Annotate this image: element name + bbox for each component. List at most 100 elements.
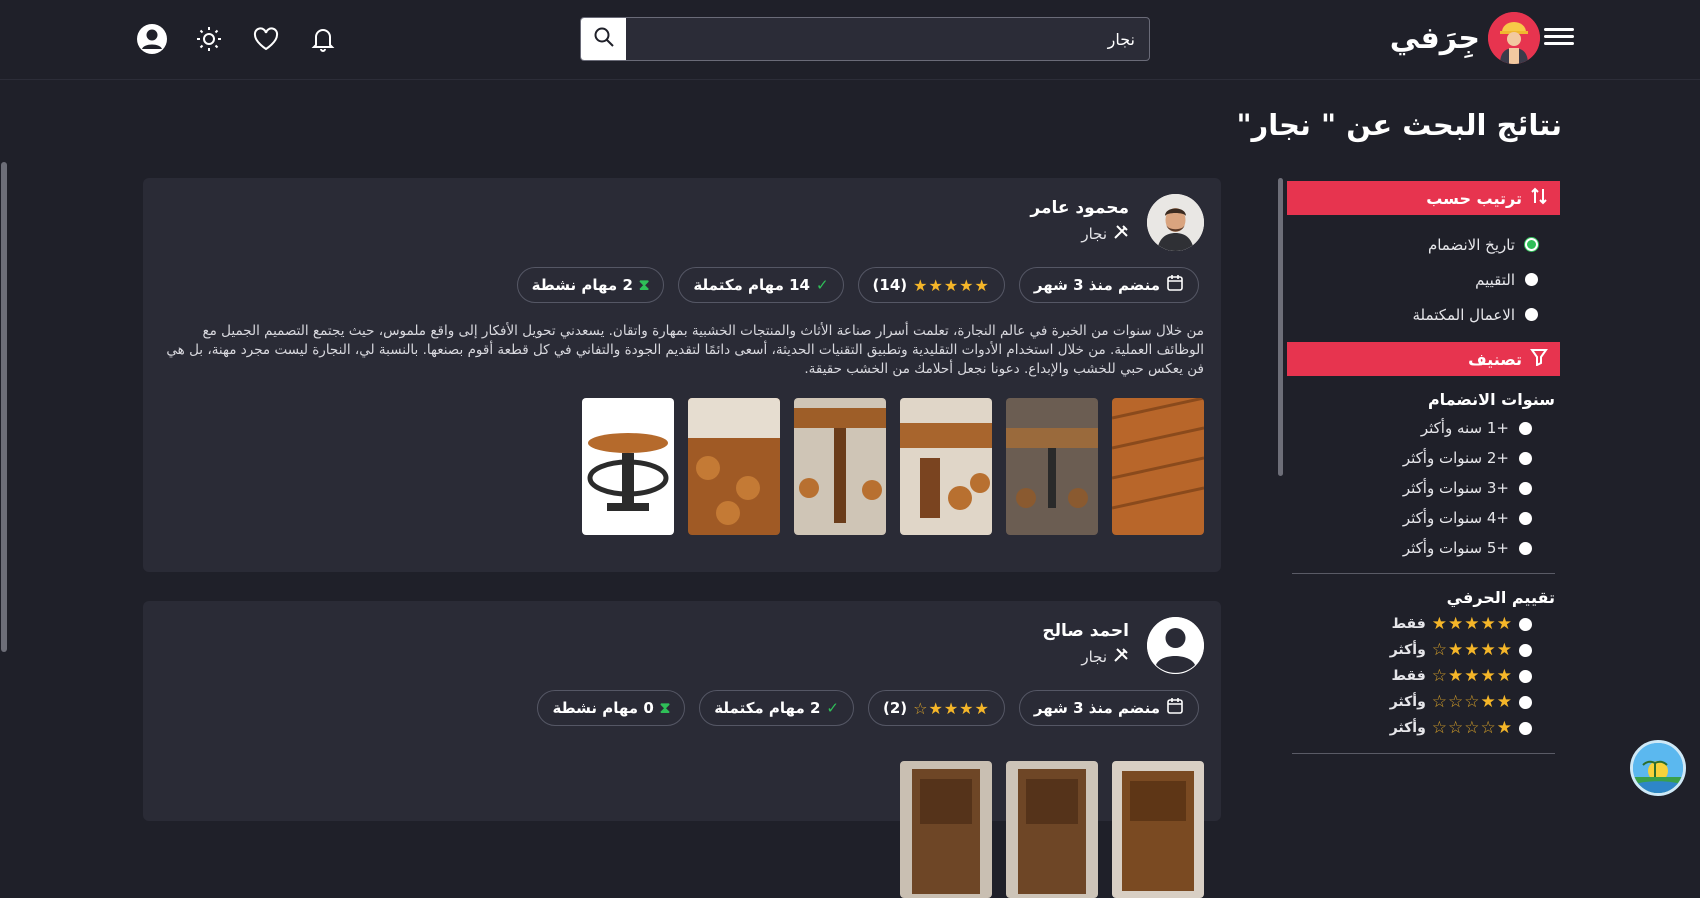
star-rating-icon: ★★★★☆ xyxy=(1431,666,1513,686)
radio[interactable] xyxy=(1519,695,1532,709)
radio[interactable] xyxy=(1519,643,1532,657)
stats-chips: منضم منذ 3 شهر ★★★★★ (14) ✓ 14 مهام مكتم… xyxy=(516,267,1199,303)
sidebar-scrollbar[interactable] xyxy=(1278,178,1283,476)
tools-icon xyxy=(1113,224,1129,244)
sort-title: ترتيب حسب xyxy=(1426,188,1522,208)
craftsman-job: نجار xyxy=(1081,647,1129,667)
filter-icon xyxy=(1530,348,1548,370)
star-rating-icon: ★★★★★ xyxy=(913,275,990,295)
radio[interactable] xyxy=(1519,451,1532,465)
logo-image xyxy=(1488,12,1540,64)
brand[interactable]: جِرَفي xyxy=(1390,12,1540,64)
work-image[interactable] xyxy=(1112,761,1204,898)
work-image[interactable] xyxy=(900,761,992,898)
sort-option-join-date[interactable]: تاريخ الانضمام xyxy=(1287,227,1560,262)
rating-title: تقييم الحرفي xyxy=(1446,588,1555,607)
star-rating-icon: ★★★★☆ xyxy=(913,698,990,718)
work-gallery xyxy=(582,398,1204,535)
tools-icon xyxy=(1113,647,1129,667)
top-navbar: جِرَفي xyxy=(0,0,1700,80)
sort-option-rating[interactable]: التقييم xyxy=(1287,262,1560,297)
radio[interactable] xyxy=(1525,273,1538,286)
result-card[interactable]: محمود عامر نجار منضم منذ 3 شهر ★★★★★ (14… xyxy=(143,178,1221,572)
check-icon: ✓ xyxy=(826,699,839,717)
user-icon[interactable] xyxy=(134,21,170,57)
avatar[interactable] xyxy=(1147,194,1204,251)
search-input[interactable] xyxy=(626,18,1149,60)
check-icon: ✓ xyxy=(815,276,829,294)
radio[interactable] xyxy=(1519,421,1532,435)
divider xyxy=(1292,573,1555,574)
rating-chip: ★★★★★ (14) xyxy=(857,267,1005,303)
rating-chip: ★★★★☆ (2) xyxy=(867,690,1005,726)
filter-sidebar: ترتيب حسب تاريخ الانضمام التقييم الاعمال… xyxy=(1287,181,1560,768)
page-title: نتائج البحث عن " نجار" xyxy=(1236,108,1562,142)
active-chip: ⧗ 2 مهام نشطة xyxy=(516,267,665,303)
bell-icon[interactable] xyxy=(306,22,340,56)
joined-chip: منضم منذ 3 شهر xyxy=(1018,267,1199,303)
star-rating-icon: ★★★★★ xyxy=(1431,614,1513,634)
menu-icon[interactable] xyxy=(1544,24,1574,54)
page-scrollbar-thumb[interactable] xyxy=(1,162,7,652)
brand-name: جِرَفي xyxy=(1389,20,1480,56)
star-rating-icon: ★☆☆☆☆ xyxy=(1431,718,1513,738)
sort-arrows-icon xyxy=(1530,187,1548,209)
radio[interactable] xyxy=(1519,721,1532,735)
sun-icon[interactable] xyxy=(192,22,226,56)
radio[interactable] xyxy=(1525,308,1538,321)
years-title: سنوات الانضمام xyxy=(1427,390,1555,409)
joined-chip: منضم منذ 3 شهر xyxy=(1018,690,1199,726)
craftsman-name[interactable]: احمد صالح xyxy=(1042,621,1129,641)
heart-icon[interactable] xyxy=(249,22,283,56)
years-option[interactable]: +5 سنوات وأكثر xyxy=(1287,533,1560,563)
assistant-fab-icon[interactable] xyxy=(1630,740,1686,796)
active-chip: ⧗ 0 مهام نشطة xyxy=(537,690,686,726)
work-image[interactable] xyxy=(1112,398,1204,535)
stats-chips: منضم منذ 3 شهر ★★★★☆ (2) ✓ 2 مهام مكتملة… xyxy=(537,690,1199,726)
years-option[interactable]: +4 سنوات وأكثر xyxy=(1287,503,1560,533)
search-bar xyxy=(580,17,1150,61)
work-image[interactable] xyxy=(582,398,674,535)
page-scrollbar[interactable] xyxy=(0,80,8,808)
rating-option[interactable]: ★★★★☆ وأكثر xyxy=(1287,637,1560,663)
rating-option[interactable]: ★☆☆☆☆ وأكثر xyxy=(1287,715,1560,741)
years-option[interactable]: +2 سنوات وأكثر xyxy=(1287,443,1560,473)
calendar-icon xyxy=(1166,274,1184,296)
calendar-icon xyxy=(1166,697,1184,719)
sort-header: ترتيب حسب xyxy=(1287,181,1560,215)
result-card[interactable]: احمد صالح نجار منضم منذ 3 شهر ★★★★☆ (2) … xyxy=(143,601,1221,898)
hourglass-icon: ⧗ xyxy=(659,699,671,717)
work-image[interactable] xyxy=(1006,398,1098,535)
craftsman-description: من خلال سنوات من الخبرة في عالم النجارة،… xyxy=(166,323,1204,377)
radio[interactable] xyxy=(1519,669,1532,683)
filter-header: تصنيف xyxy=(1287,342,1560,376)
craftsman-job: نجار xyxy=(1081,224,1129,244)
radio[interactable] xyxy=(1519,511,1532,525)
years-option[interactable]: +3 سنوات وأكثر xyxy=(1287,473,1560,503)
work-image[interactable] xyxy=(900,398,992,535)
sort-option-completed[interactable]: الاعمال المكتملة xyxy=(1287,297,1560,332)
filter-title: تصنيف xyxy=(1468,349,1522,369)
star-rating-icon: ★★☆☆☆ xyxy=(1431,692,1513,712)
work-image[interactable] xyxy=(794,398,886,535)
years-option[interactable]: +1 سنه وأكثر xyxy=(1287,413,1560,443)
divider xyxy=(1292,753,1555,754)
radio[interactable] xyxy=(1519,617,1532,631)
completed-chip: ✓ 2 مهام مكتملة xyxy=(699,690,854,726)
radio[interactable] xyxy=(1519,541,1532,555)
completed-chip: ✓ 14 مهام مكتملة xyxy=(678,267,844,303)
rating-option[interactable]: ★★☆☆☆ وأكثر xyxy=(1287,689,1560,715)
craftsman-name[interactable]: محمود عامر xyxy=(1030,198,1129,218)
search-icon xyxy=(593,26,615,52)
hourglass-icon: ⧗ xyxy=(638,276,650,294)
star-rating-icon: ★★★★☆ xyxy=(1431,640,1513,660)
work-image[interactable] xyxy=(1006,761,1098,898)
work-gallery xyxy=(900,761,1204,898)
avatar[interactable] xyxy=(1147,617,1204,674)
radio-selected[interactable] xyxy=(1525,238,1538,251)
work-image[interactable] xyxy=(688,398,780,535)
search-button[interactable] xyxy=(581,18,626,60)
rating-option[interactable]: ★★★★☆ فقط xyxy=(1287,663,1560,689)
rating-option[interactable]: ★★★★★ فقط xyxy=(1287,611,1560,637)
radio[interactable] xyxy=(1519,481,1532,495)
